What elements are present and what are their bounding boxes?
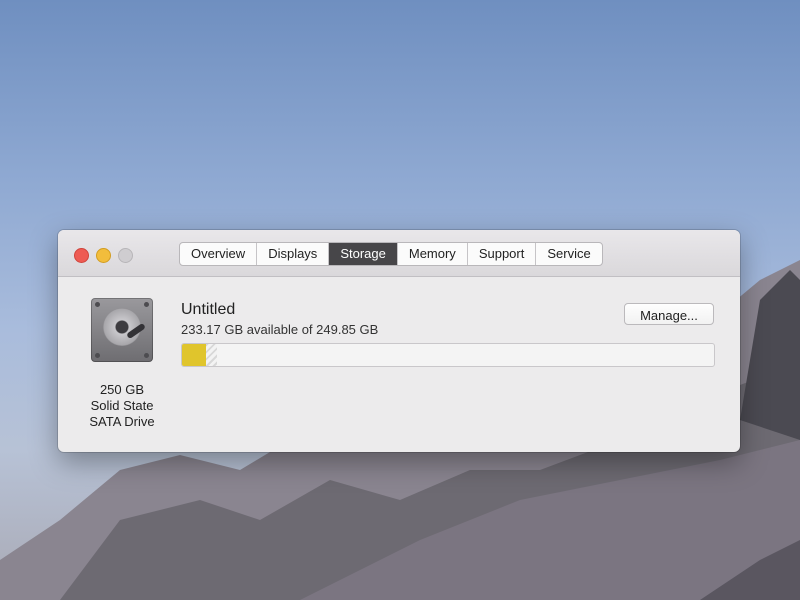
zoom-button[interactable] [118, 248, 133, 263]
used-storage-segment [182, 344, 206, 366]
drive-description: 250 GB Solid State SATA Drive [72, 382, 172, 430]
tab-support[interactable]: Support [468, 243, 537, 265]
volume-availability: 233.17 GB available of 249.85 GB [181, 322, 379, 337]
tab-memory[interactable]: Memory [398, 243, 468, 265]
volume-name: Untitled [181, 301, 236, 318]
storage-panel: 250 GB Solid State SATA Drive Untitled 2… [58, 277, 740, 452]
tab-overview[interactable]: Overview [180, 243, 258, 265]
close-button[interactable] [74, 248, 89, 263]
about-this-mac-window: Overview Displays Storage Memory Support… [58, 230, 740, 452]
drive-type-line1: Solid State [90, 398, 154, 413]
hard-drive-icon [91, 298, 153, 362]
manage-button[interactable]: Manage... [624, 303, 714, 325]
minimize-button[interactable] [96, 248, 111, 263]
title-bar: Overview Displays Storage Memory Support… [58, 230, 740, 277]
tab-bar: Overview Displays Storage Memory Support… [179, 242, 603, 266]
tab-displays[interactable]: Displays [257, 243, 330, 265]
tab-storage[interactable]: Storage [329, 243, 398, 265]
tab-service[interactable]: Service [536, 243, 601, 265]
drive-capacity: 250 GB [99, 382, 145, 397]
storage-usage-bar [181, 343, 715, 367]
purgeable-storage-segment [205, 344, 217, 366]
drive-type-line2: SATA Drive [89, 414, 155, 429]
